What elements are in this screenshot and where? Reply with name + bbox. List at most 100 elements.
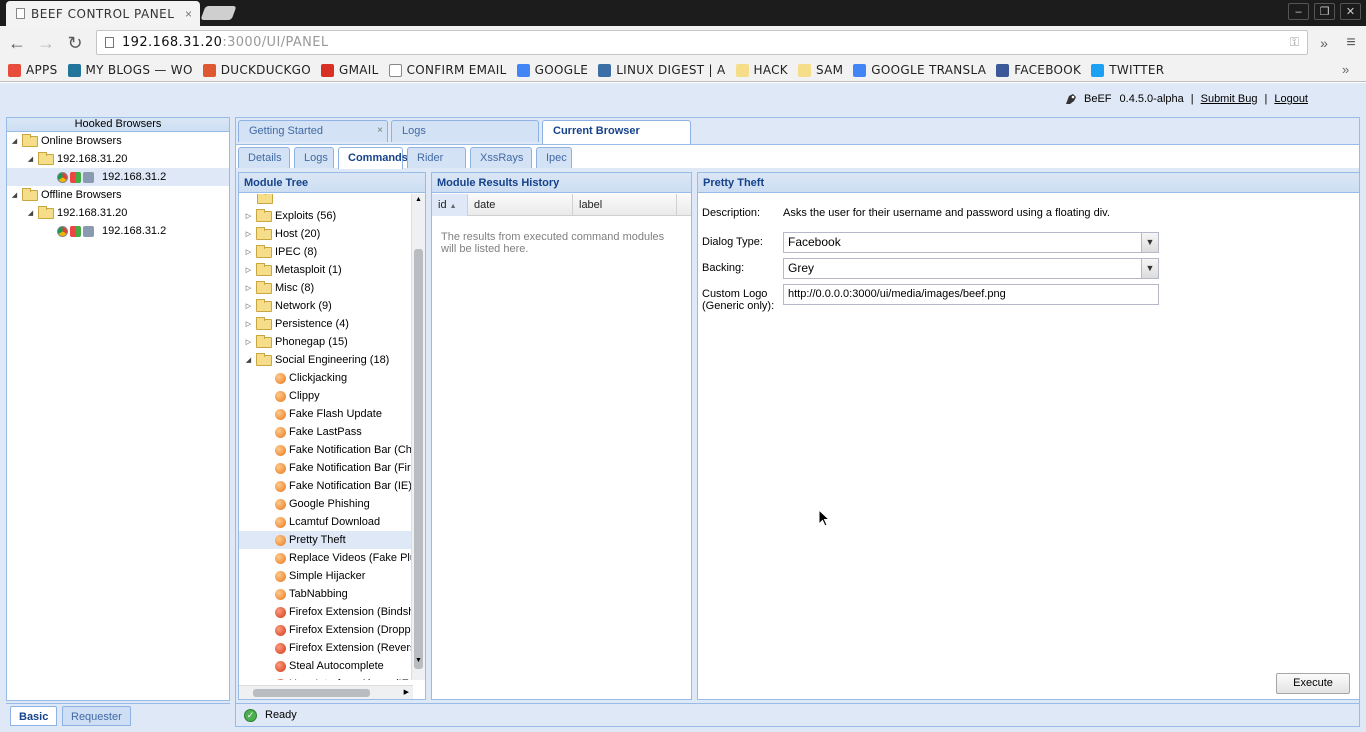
tree-category-row[interactable]: ▷ Persistence (4) (239, 315, 413, 333)
collapse-triangle-icon[interactable]: ▷ (245, 266, 252, 274)
module-item[interactable]: Fake LastPass (239, 423, 413, 441)
bookmarks-more-icon[interactable]: » (1342, 62, 1349, 77)
module-item[interactable]: Steal Autocomplete (239, 657, 413, 675)
module-item[interactable]: Replace Videos (Fake Plu (239, 549, 413, 567)
subtab-ipec[interactable]: Ipec (536, 147, 572, 168)
bookmark-item[interactable]: CONFIRM EMAIL (388, 63, 507, 77)
module-item[interactable]: Lcamtuf Download (239, 513, 413, 531)
subtab-logs[interactable]: Logs (294, 147, 334, 168)
tree-category-row[interactable]: ◢ Social Engineering (18) (239, 351, 413, 369)
backing-select[interactable]: Grey ▼ (783, 258, 1159, 279)
bookmark-item[interactable]: GOOGLE TRANSLA (853, 63, 986, 77)
chevron-down-icon[interactable]: ▼ (1141, 233, 1158, 252)
tab-basic[interactable]: Basic (10, 706, 58, 726)
menu-icon[interactable]: ≡ (1341, 33, 1361, 53)
module-item[interactable]: User Interface Abuse (IE 9 (239, 675, 413, 680)
bookmark-item[interactable]: DUCKDUCKGO (202, 63, 311, 77)
collapse-triangle-icon[interactable]: ▷ (245, 212, 252, 220)
tree-category-row[interactable]: ▷ Host (20) (239, 225, 413, 243)
module-item[interactable]: Firefox Extension (Revers (239, 639, 413, 657)
collapse-triangle-icon[interactable]: ▷ (245, 284, 252, 292)
tree-category-row[interactable]: ▷ Network (9) (239, 297, 413, 315)
module-item[interactable]: Simple Hijacker (239, 567, 413, 585)
collapse-triangle-icon[interactable]: ▷ (245, 338, 252, 346)
restore-icon[interactable]: ❐ (1314, 3, 1335, 20)
custom-logo-input[interactable]: http://0.0.0.0:3000/ui/media/images/beef… (783, 284, 1159, 305)
collapse-triangle-icon[interactable]: ▷ (245, 230, 252, 238)
bookmark-item[interactable]: MY BLOGS — WO (67, 63, 193, 77)
module-item[interactable]: Fake Notification Bar (Fire (239, 459, 413, 477)
close-icon[interactable]: × (377, 121, 383, 141)
module-item[interactable]: Fake Notification Bar (IE) (239, 477, 413, 495)
bookmark-item[interactable]: APPS (8, 63, 58, 77)
expand-triangle-icon[interactable]: ◢ (27, 155, 34, 163)
bookmark-item[interactable]: GMAIL (321, 63, 379, 77)
scroll-down-icon[interactable]: ▼ (415, 657, 422, 664)
tree-category-row[interactable]: ▷ Phonegap (15) (239, 333, 413, 351)
logout-link[interactable]: Logout (1274, 93, 1308, 105)
subtab-details[interactable]: Details (238, 147, 290, 168)
browser-tab[interactable]: BEEF CONTROL PANEL × (6, 1, 200, 26)
bookmark-item[interactable]: GOOGLE (516, 63, 589, 77)
dialog-type-select[interactable]: Facebook ▼ (783, 232, 1159, 253)
module-item[interactable]: Firefox Extension (Droppe (239, 621, 413, 639)
offline-host-node[interactable]: ◢ 192.168.31.20 (7, 204, 229, 222)
bookmark-item[interactable]: HACK (735, 63, 788, 77)
execute-button[interactable]: Execute (1276, 673, 1350, 694)
col-id-header[interactable]: id ▲ (432, 194, 468, 216)
reload-icon[interactable]: ↻ (65, 33, 85, 53)
expand-triangle-icon[interactable]: ◢ (245, 356, 252, 364)
scroll-thumb[interactable] (253, 689, 370, 697)
tree-category-row[interactable]: ▷ Exploits (56) (239, 207, 413, 225)
address-bar[interactable]: 192.168.31.20:3000/UI/PANEL ⚿ (96, 30, 1308, 55)
col-date-header[interactable]: date (468, 194, 573, 216)
scroll-right-icon[interactable]: ▶ (404, 688, 409, 696)
module-item[interactable]: Google Phishing (239, 495, 413, 513)
tab-requester[interactable]: Requester (62, 706, 131, 726)
tab-current-browser[interactable]: Current Browser (542, 120, 691, 144)
module-tree-vscrollbar[interactable]: ▲ ▼ (411, 194, 425, 680)
collapse-triangle-icon[interactable]: ▷ (245, 248, 252, 256)
module-tree-hscrollbar[interactable]: ▶ (239, 685, 413, 699)
extensions-overflow-icon[interactable]: » (1314, 33, 1334, 53)
collapse-triangle-icon[interactable]: ▷ (245, 302, 252, 310)
key-icon[interactable]: ⚿ (1290, 35, 1299, 50)
collapse-triangle-icon[interactable]: ▷ (245, 320, 252, 328)
expand-triangle-icon[interactable]: ◢ (11, 137, 18, 145)
submit-bug-link[interactable]: Submit Bug (1201, 93, 1258, 105)
window-close-icon[interactable]: ✕ (1340, 3, 1361, 20)
module-item[interactable]: Fake Flash Update (239, 405, 413, 423)
module-item[interactable]: Firefox Extension (Bindsh (239, 603, 413, 621)
new-tab-button[interactable] (200, 6, 237, 20)
offline-browser-item[interactable]: 192.168.31.2 (7, 222, 229, 240)
online-browser-item[interactable]: 192.168.31.2 (7, 168, 229, 186)
bookmark-item[interactable]: FACEBOOK (996, 63, 1081, 77)
online-browsers-node[interactable]: ◢ Online Browsers (7, 132, 229, 150)
offline-browsers-node[interactable]: ◢ Offline Browsers (7, 186, 229, 204)
back-icon[interactable]: ← (7, 33, 27, 53)
expand-triangle-icon[interactable]: ◢ (11, 191, 18, 199)
module-item[interactable]: Fake Notification Bar (Chr (239, 441, 413, 459)
module-item[interactable]: TabNabbing (239, 585, 413, 603)
scroll-up-icon[interactable]: ▲ (415, 196, 422, 203)
subtab-commands[interactable]: Commands (338, 147, 408, 169)
module-item[interactable]: Pretty Theft (239, 531, 413, 549)
tree-category-row[interactable]: ▷ Misc (8) (239, 279, 413, 297)
subtab-xssrays[interactable]: XssRays (470, 147, 532, 168)
scroll-thumb[interactable] (414, 249, 423, 669)
online-host-node[interactable]: ◢ 192.168.31.20 (7, 150, 229, 168)
forward-icon[interactable]: → (36, 33, 56, 53)
module-item[interactable]: Clickjacking (239, 369, 413, 387)
expand-triangle-icon[interactable]: ◢ (27, 209, 34, 217)
tab-getting-started[interactable]: Getting Started × (238, 120, 388, 142)
tree-category-row[interactable] (239, 194, 413, 207)
bookmark-item[interactable]: SAM (797, 63, 843, 77)
minimize-icon[interactable]: – (1288, 3, 1309, 20)
bookmark-item[interactable]: LINUX DIGEST | A (598, 63, 725, 77)
module-item[interactable]: Clippy (239, 387, 413, 405)
tab-logs[interactable]: Logs (391, 120, 539, 142)
close-tab-icon[interactable]: × (185, 7, 192, 21)
subtab-rider[interactable]: Rider (407, 147, 466, 168)
bookmark-item[interactable]: TWITTER (1091, 63, 1164, 77)
chevron-down-icon[interactable]: ▼ (1141, 259, 1158, 278)
